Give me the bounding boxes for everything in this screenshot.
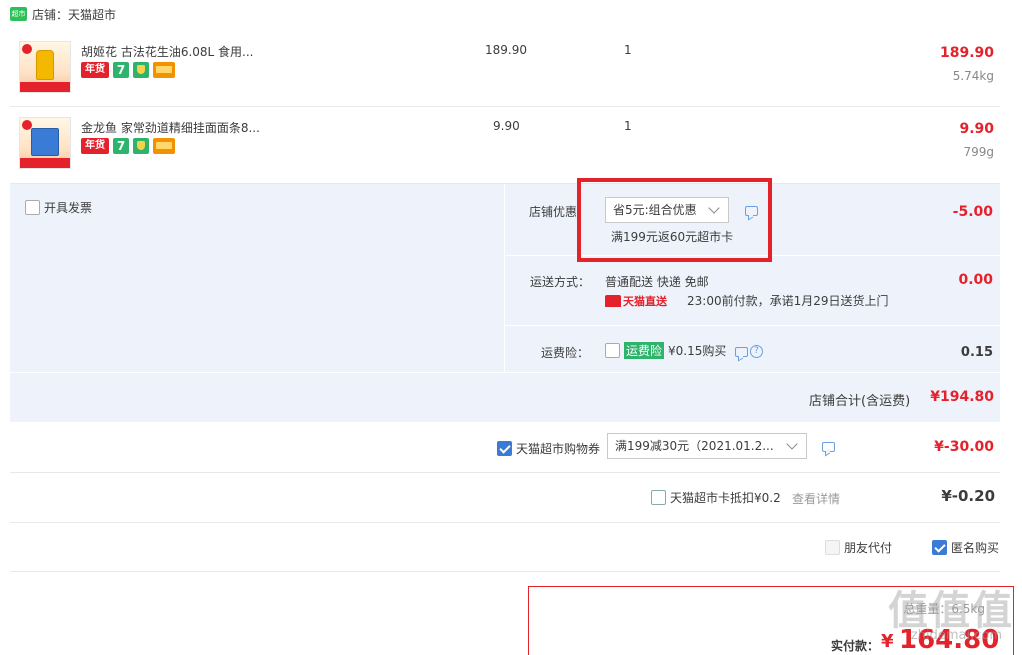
item-weight: 5.74kg xyxy=(952,69,994,83)
voucher-option[interactable]: 天猫超市购物券 xyxy=(497,440,600,457)
card-icon xyxy=(153,62,175,78)
anonymous-checkbox[interactable] xyxy=(932,540,947,555)
voucher-amount: ¥-30.00 xyxy=(934,439,994,455)
anonymous-option[interactable]: 匿名购买 xyxy=(932,539,999,556)
product-title[interactable]: 胡姬花 古法花生油6.08L 食用... xyxy=(81,43,253,60)
freight-insurance-amount: 0.15 xyxy=(960,345,993,360)
friend-pay-option[interactable]: 朋友代付 xyxy=(825,539,892,556)
help-icon[interactable]: ? xyxy=(750,345,763,358)
view-details-link[interactable]: 查看详情 xyxy=(792,490,840,507)
card-deduct-label: 天猫超市卡抵扣¥0.2 xyxy=(670,491,781,505)
friend-pay-label: 朋友代付 xyxy=(844,541,893,555)
card-deduct-amount: ¥-0.20 xyxy=(941,487,995,505)
cart-item: 胡姬花 古法花生油6.08L 食用... 年货 7 189.90 1 189.9… xyxy=(10,30,1000,107)
quantity: 1 xyxy=(624,119,632,133)
highlight-annotation-box xyxy=(577,178,772,262)
invoice-checkbox[interactable] xyxy=(25,200,40,215)
shop-header: 超市 店铺：天猫超市 xyxy=(0,0,1022,28)
invoice-label: 开具发票 xyxy=(44,201,93,215)
voucher-select[interactable]: 满199减30元（2021.01.2... xyxy=(607,433,807,459)
shipping-label: 运送方式： xyxy=(530,275,591,289)
card-icon xyxy=(153,138,175,154)
card-deduct-option[interactable]: 天猫超市卡抵扣¥0.2 xyxy=(651,489,781,506)
freight-insurance-badge: 运费险 xyxy=(624,342,665,359)
card-deduct-checkbox[interactable] xyxy=(651,490,666,505)
chevron-down-icon xyxy=(786,438,798,450)
seven-day-return-icon: 7 xyxy=(113,62,129,78)
product-tags: 年货 7 xyxy=(81,62,175,78)
anonymous-label: 匿名购买 xyxy=(951,541,1000,555)
item-subtotal: 9.90 xyxy=(959,121,994,137)
shop-name[interactable]: 店铺：天猫超市 xyxy=(32,6,116,23)
shop-promo-amount: -5.00 xyxy=(952,204,993,220)
product-tags: 年货 7 xyxy=(81,138,175,154)
guarantee-icon xyxy=(133,62,149,78)
invoice-option[interactable]: 开具发票 xyxy=(25,199,92,216)
voucher-label: 天猫超市购物券 xyxy=(516,442,601,456)
item-subtotal: 189.90 xyxy=(939,45,994,61)
quantity: 1 xyxy=(624,43,632,57)
freight-insurance-checkbox[interactable] xyxy=(605,343,620,358)
shipping-note: 23:00前付款，承诺1月29日送货上门 xyxy=(687,294,889,308)
nianhuo-tag: 年货 xyxy=(81,138,109,154)
product-title[interactable]: 金龙鱼 家常劲道精细挂面面条8... xyxy=(81,119,260,136)
tmall-cat-icon xyxy=(605,295,621,307)
shop-total-amount: ¥194.80 xyxy=(930,389,994,405)
payment-label: 实付款： xyxy=(831,639,880,653)
guarantee-icon xyxy=(133,138,149,154)
tmall-direct-badge: 天猫直送 xyxy=(605,293,667,309)
shipping-amount: 0.00 xyxy=(958,272,993,288)
seven-day-return-icon: 7 xyxy=(113,138,129,154)
item-weight: 799g xyxy=(963,145,994,159)
voucher-checkbox[interactable] xyxy=(497,441,512,456)
chat-icon[interactable] xyxy=(735,347,748,357)
unit-price: 9.90 xyxy=(493,119,520,133)
shop-total-label: 店铺合计(含运费) xyxy=(809,394,911,409)
shipping-method: 普通配送 快递 免邮 xyxy=(605,275,709,289)
product-thumbnail[interactable] xyxy=(19,41,71,93)
watermark-url: zhidemai.com xyxy=(910,628,1002,643)
freight-insurance-price: ¥0.15购买 xyxy=(668,344,727,358)
unit-price: 189.90 xyxy=(485,43,527,57)
nianhuo-tag: 年货 xyxy=(81,62,109,78)
freight-insurance-option[interactable]: 运费险 ¥0.15购买 xyxy=(605,342,726,359)
freight-insurance-label: 运费险： xyxy=(541,346,590,360)
product-thumbnail[interactable] xyxy=(19,117,71,169)
chat-icon[interactable] xyxy=(822,442,835,452)
friend-pay-checkbox[interactable] xyxy=(825,540,840,555)
cart-item: 金龙鱼 家常劲道精细挂面面条8... 年货 7 9.90 1 9.90 799g xyxy=(10,108,1000,184)
tmall-supermarket-icon: 超市 xyxy=(10,7,27,21)
